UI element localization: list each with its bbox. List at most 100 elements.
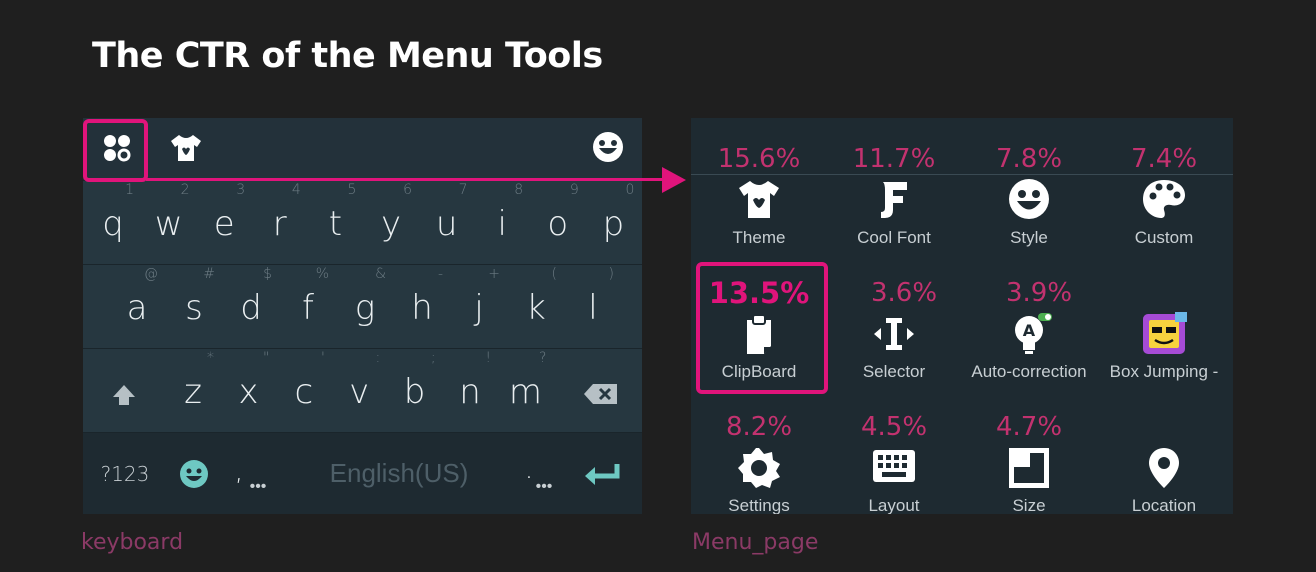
menu-item-box-jumping[interactable]: Box Jumping -	[1096, 252, 1232, 381]
menu-item-theme[interactable]: 15.6% Theme	[691, 118, 827, 247]
menu-item-layout[interactable]: 4.5% Layout	[826, 386, 962, 514]
key-f[interactable]: % f	[281, 266, 335, 328]
key-j[interactable]: + j	[452, 266, 506, 328]
key-letter: e	[213, 204, 235, 244]
menu-icon-highlight	[83, 119, 148, 182]
key-u[interactable]: 7u	[420, 182, 474, 244]
menu-item-selector[interactable]: 3.6% Selector	[826, 252, 962, 381]
bulb-icon: A	[1015, 313, 1052, 354]
key-hint: 8	[514, 182, 524, 198]
page-title: The CTR of the Menu Tools	[92, 36, 603, 76]
key-letter: l	[588, 288, 598, 328]
key-m[interactable]: ? m	[498, 350, 552, 412]
ctr-value: 8.2%	[725, 412, 793, 442]
location-pin-icon	[1149, 448, 1179, 488]
key-letter: j	[474, 288, 484, 328]
menu-item-size[interactable]: 4.7% Size	[961, 386, 1097, 514]
keyboard-layout-icon	[873, 450, 915, 482]
backspace-icon[interactable]	[583, 382, 619, 406]
key-i[interactable]: 8i	[475, 182, 529, 244]
key-letter: p	[602, 204, 625, 244]
key-hint: :	[375, 350, 381, 366]
key-hint: ;	[430, 350, 436, 366]
key-hint: 6	[403, 182, 412, 198]
ctr-value: 4.7%	[995, 412, 1063, 442]
key-letter: g	[354, 288, 376, 328]
smiley-icon	[1009, 179, 1049, 219]
pointer-arrow-line	[146, 178, 664, 181]
ctr-value: 7.8%	[995, 144, 1063, 174]
key-hint: 5	[347, 182, 357, 198]
key-s[interactable]: # s	[167, 266, 221, 328]
menu-item-location[interactable]: Location	[1096, 386, 1232, 514]
key-k[interactable]: (k	[509, 266, 563, 328]
emoji-face-icon[interactable]	[591, 130, 625, 164]
key-hint: *	[207, 350, 214, 366]
palette-icon	[1143, 180, 1185, 218]
gear-icon	[738, 448, 780, 488]
menu-item-auto-correction[interactable]: 3.9% A Auto-correction	[961, 252, 1097, 381]
key-letter: i	[497, 204, 507, 244]
key-letter: x	[238, 372, 259, 412]
key-c[interactable]: ' c	[277, 350, 331, 412]
enter-icon[interactable]	[583, 462, 621, 490]
key-v[interactable]: :v	[332, 350, 386, 412]
menu-item-label: Location	[1131, 496, 1197, 514]
comma-key-dots: •••	[249, 476, 267, 495]
key-hint: 1	[125, 182, 134, 198]
key-letter: b	[403, 372, 426, 412]
key-d[interactable]: $ d	[224, 266, 278, 328]
key-a[interactable]: @ a	[110, 266, 164, 328]
menu-item-cool-font[interactable]: 11.7% Cool Font	[826, 118, 962, 247]
symbols-key[interactable]: ?123	[97, 462, 153, 486]
key-hint: +	[488, 266, 500, 282]
menu-item-label: Theme	[732, 228, 786, 247]
key-l[interactable]: ) l	[566, 266, 620, 328]
key-w[interactable]: 2w	[142, 182, 196, 244]
key-q[interactable]: 1q	[86, 182, 140, 244]
key-b[interactable]: ; b	[388, 350, 442, 412]
key-hint: ?	[538, 350, 547, 366]
key-hint: 2	[180, 182, 190, 198]
menu-item-settings[interactable]: 8.2% Settings	[691, 386, 827, 514]
key-letter: k	[526, 288, 546, 328]
key-h[interactable]: -h	[395, 266, 449, 328]
key-hint: 4	[291, 182, 301, 198]
key-e[interactable]: 3e	[197, 182, 251, 244]
key-letter: f	[302, 288, 314, 328]
key-p[interactable]: 0p	[586, 182, 640, 244]
key-letter: m	[508, 372, 542, 412]
menu-item-label: Box Jumping -	[1109, 362, 1219, 381]
key-y[interactable]: 6y	[364, 182, 418, 244]
key-hint: $	[263, 266, 272, 282]
key-hint: @	[144, 266, 158, 282]
space-bar-language[interactable]: English(US)	[319, 458, 479, 489]
menu-item-custom[interactable]: 7.4% Custom	[1096, 118, 1232, 247]
key-hint: 0	[625, 182, 635, 198]
menu-item-label: Size	[1012, 496, 1046, 514]
key-x[interactable]: " x	[221, 350, 275, 412]
key-letter: a	[126, 288, 148, 328]
menu-item-label: Selector	[862, 362, 926, 381]
font-icon	[881, 182, 907, 218]
theme-shirt-icon[interactable]	[169, 132, 203, 164]
key-hint: (	[551, 266, 557, 282]
key-letter: v	[349, 372, 370, 412]
key-hint: &	[375, 266, 386, 282]
key-n[interactable]: ! n	[443, 350, 497, 412]
keyboard-caption: keyboard	[81, 530, 184, 555]
key-r[interactable]: 4r	[253, 182, 307, 244]
period-key-dots: •••	[535, 476, 553, 495]
clipboard-highlight	[696, 262, 828, 394]
emoji-key-icon[interactable]	[178, 458, 210, 490]
key-letter: s	[185, 288, 203, 328]
key-t[interactable]: 5t	[308, 182, 362, 244]
key-o[interactable]: 9o	[531, 182, 585, 244]
shift-icon[interactable]	[111, 382, 137, 408]
key-g[interactable]: & g	[338, 266, 392, 328]
key-letter: t	[328, 204, 343, 244]
shirt-icon	[739, 181, 779, 218]
key-letter: h	[411, 288, 433, 328]
menu-item-style[interactable]: 7.8% Style	[961, 118, 1097, 247]
key-z[interactable]: * z	[166, 350, 220, 412]
